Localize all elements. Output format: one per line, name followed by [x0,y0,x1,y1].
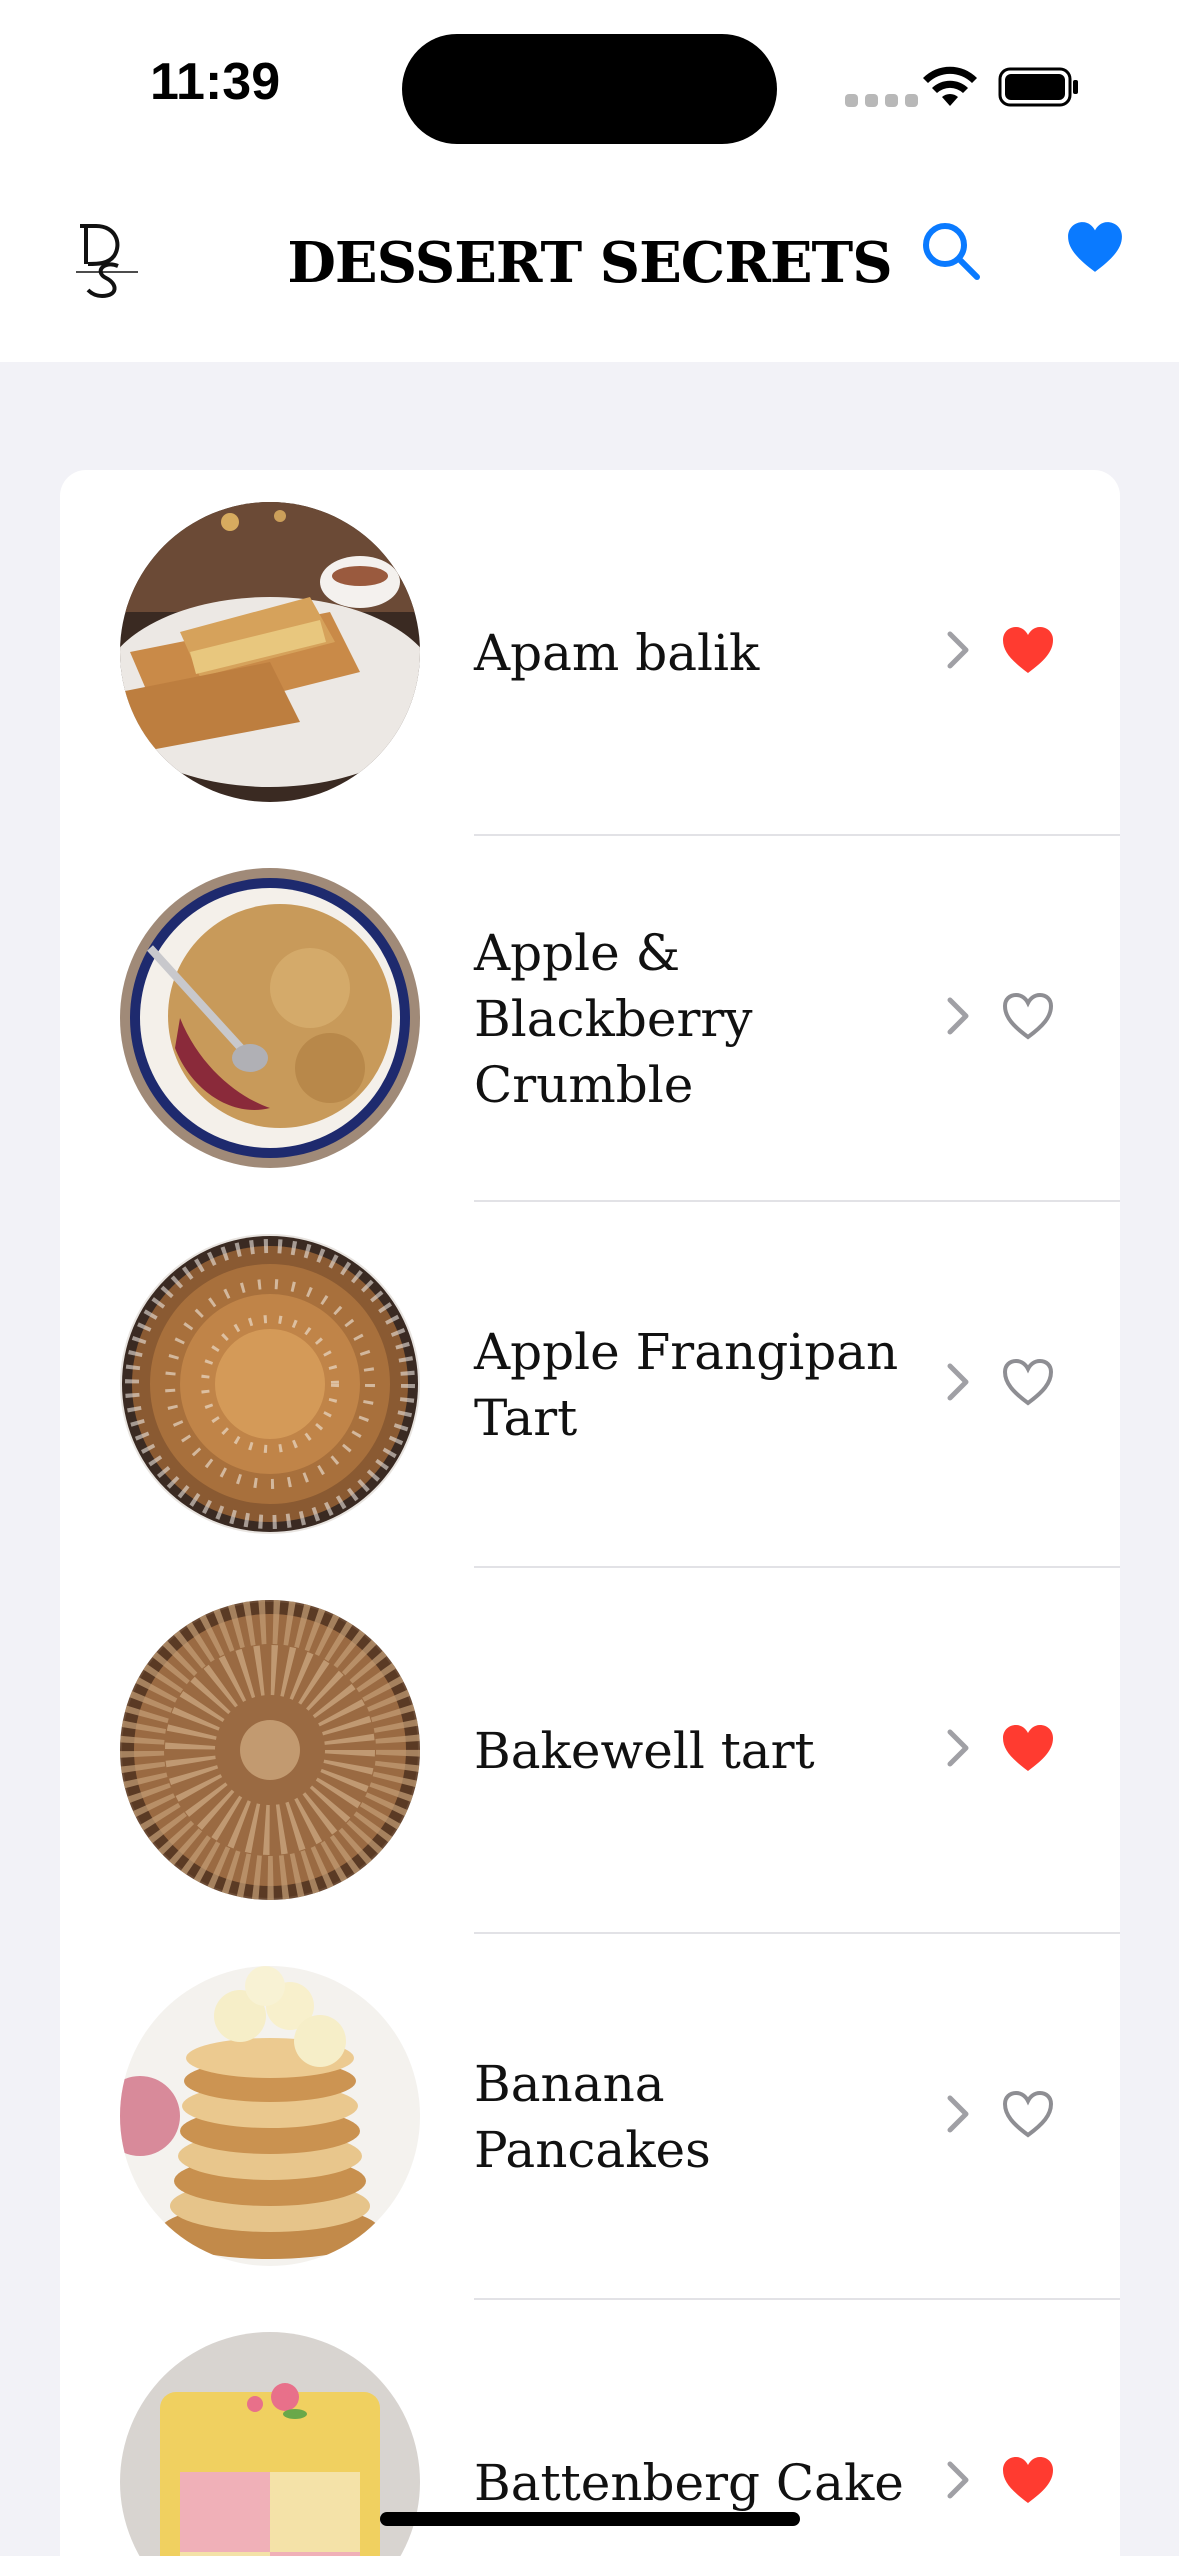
heart-filled-icon[interactable] [1000,2454,1056,2506]
favorites-heart-icon[interactable] [1066,220,1124,274]
cellular-signal-icon [845,94,918,107]
heart-filled-icon[interactable] [1000,624,1056,676]
wifi-icon [923,66,977,106]
heart-outline-icon[interactable] [1000,990,1056,1042]
chevron-right-icon [947,2461,969,2499]
pancake-turnover-image [120,502,420,802]
battery-icon [998,67,1078,107]
search-icon[interactable] [920,220,982,282]
dessert-title: Apple Frangipan Tart [474,1323,899,1447]
heart-outline-icon[interactable] [1000,1356,1056,1408]
chevron-right-icon [947,1363,969,1401]
list-item[interactable]: Banana Pancakes [60,1934,1120,2300]
status-time: 11:39 [150,53,281,111]
home-indicator[interactable] [380,2512,800,2526]
dynamic-island [402,34,777,144]
app-title: DESSERT SECRETS [287,230,892,296]
chevron-right-icon [947,1729,969,1767]
apple-tart-image [120,1234,420,1534]
chevron-right-icon [947,2095,969,2133]
dessert-title: Banana Pancakes [474,2055,711,2179]
list-item[interactable]: Bakewell tart [60,1568,1120,1934]
dessert-title: Bakewell tart [474,1722,815,1780]
list-item[interactable]: Apple & Blackberry Crumble [60,836,1120,1202]
dessert-title: Apam balik [474,624,760,682]
dessert-list: Apam balik Apple & Blackberry Crumble Ap… [60,470,1120,2556]
banana-pancakes-image [120,1966,420,2266]
bakewell-tart-image [120,1600,420,1900]
dessert-title: Apple & Blackberry Crumble [474,924,753,1114]
battenberg-cake-image [120,2332,420,2556]
list-item[interactable]: Apple Frangipan Tart [60,1202,1120,1568]
list-item[interactable]: Apam balik [60,470,1120,836]
heart-outline-icon[interactable] [1000,2088,1056,2140]
app-screen: 11:39 DESSERT SECRETS Apam balik Apple &… [0,0,1179,2556]
nav-header: DESSERT SECRETS [0,170,1179,362]
chevron-right-icon [947,997,969,1035]
heart-filled-icon[interactable] [1000,1722,1056,1774]
status-bar: 11:39 [0,0,1179,170]
crumble-image [120,868,420,1168]
chevron-right-icon [947,631,969,669]
